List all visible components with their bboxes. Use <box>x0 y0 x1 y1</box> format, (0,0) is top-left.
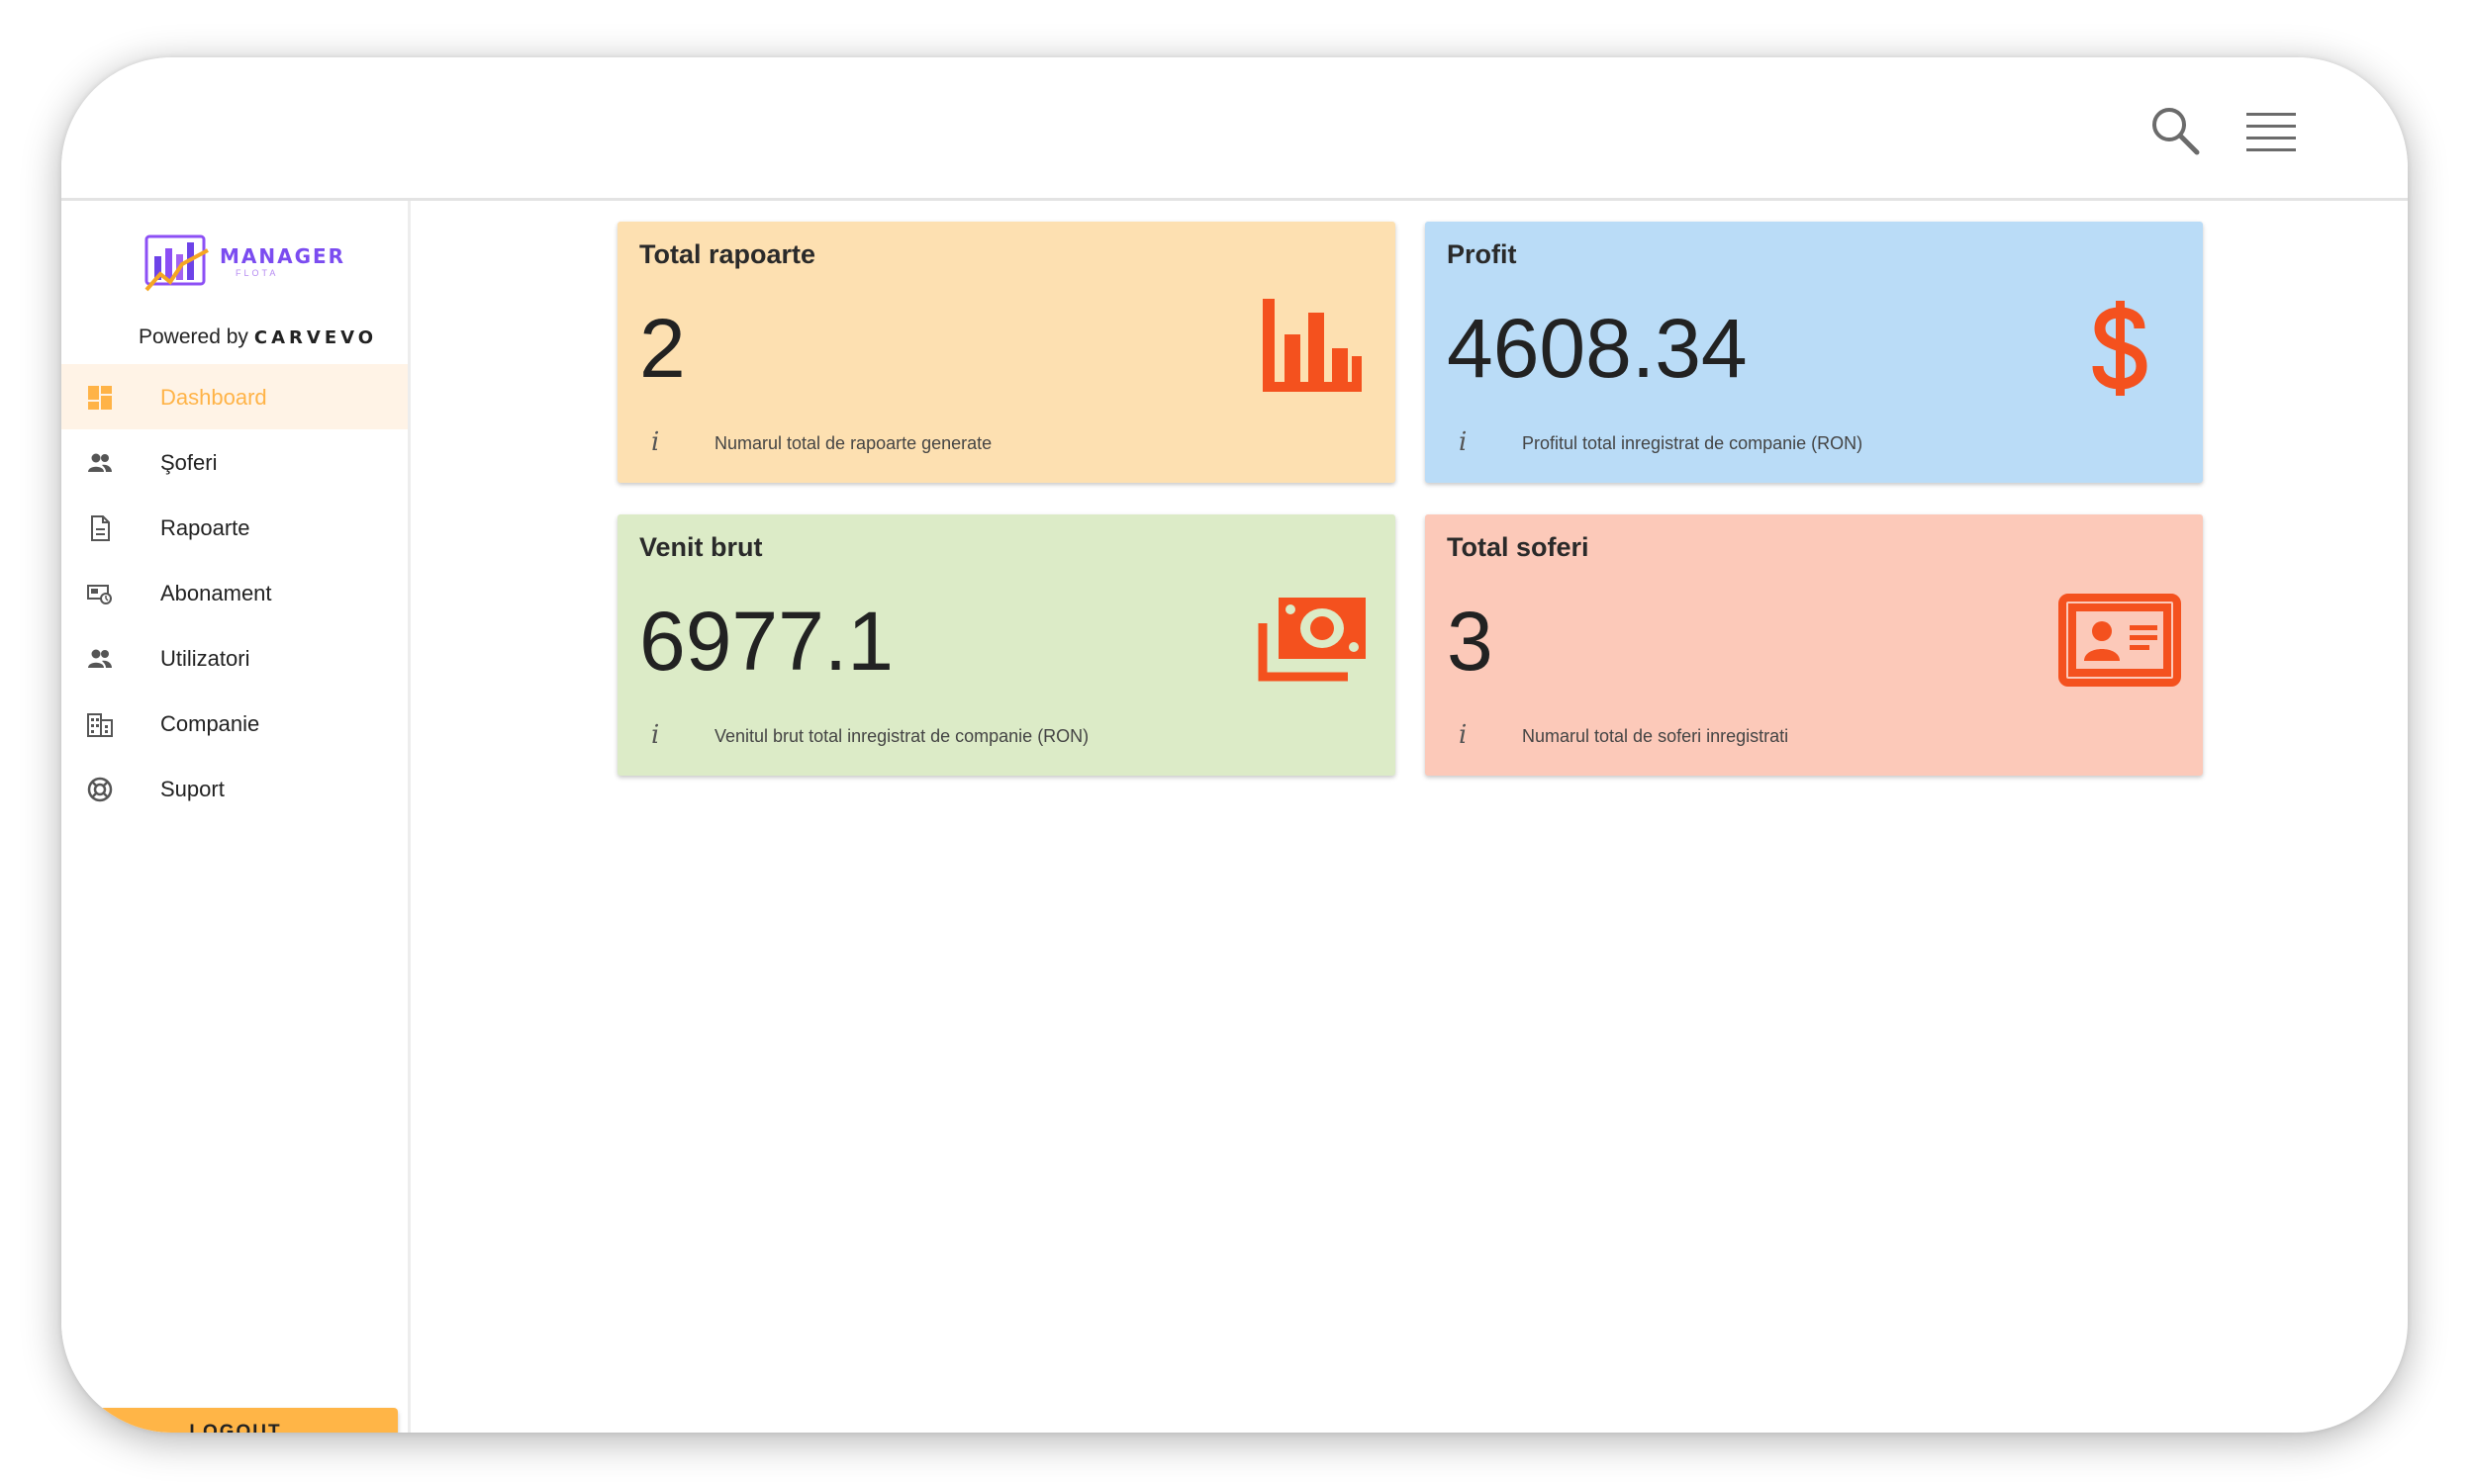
building-icon <box>87 713 113 737</box>
sidebar-item-companie[interactable]: Companie <box>61 691 408 756</box>
search-icon <box>2152 108 2200 155</box>
sidebar-item-rapoarte[interactable]: Rapoarte <box>61 495 408 560</box>
card-title: Total rapoarte <box>639 239 816 269</box>
card-description: Venitul brut total inregistrat de compan… <box>714 726 1090 746</box>
card-value: 6977.1 <box>639 595 894 688</box>
sidebar-item-suport[interactable]: Suport <box>61 756 408 821</box>
sidebar-item-utilizatori[interactable]: Utilizatori <box>61 625 408 691</box>
sidebar-item-abonament[interactable]: Abonament <box>61 560 408 625</box>
sidebar-item-dashboard[interactable]: Dashboard <box>61 364 408 429</box>
powered-by-brand: CARVEVO <box>253 327 378 348</box>
logo-text: MANAGER <box>220 244 346 268</box>
sidebar-item-label: Utilizatori <box>160 646 250 671</box>
sidebar: MANAGER FLOTA Powered by CARVEVO Dashboar… <box>61 201 411 1433</box>
card-venit-brut: Venit brut 6977.1 i Venitul brut total i… <box>618 514 1395 776</box>
people-icon <box>88 649 112 668</box>
subscription-icon <box>87 585 112 604</box>
sidebar-nav: Dashboard Şoferi Rapoarte Abonament Util… <box>61 364 408 821</box>
powered-by-label: Powered by <box>139 325 248 348</box>
card-title: Profit <box>1447 239 1517 269</box>
info-icon: i <box>651 720 660 750</box>
info-icon: i <box>651 427 660 457</box>
card-title: Venit brut <box>639 532 763 562</box>
dashboard-icon <box>88 386 112 410</box>
logo: MANAGER FLOTA <box>143 231 343 302</box>
device-frame: MANAGER FLOTA Powered by CARVEVO Dashboar… <box>61 57 2408 1433</box>
top-bar <box>61 57 2408 201</box>
search-button[interactable] <box>2145 101 2205 160</box>
menu-button[interactable] <box>2244 105 2298 156</box>
logo-subtext: FLOTA <box>236 268 279 278</box>
hamburger-menu-icon <box>2246 113 2296 151</box>
card-total-rapoarte: Total rapoarte 2 i Numarul total de rapo… <box>618 222 1395 483</box>
card-description: Profitul total inregistrat de companie (… <box>1522 433 1863 453</box>
sidebar-item-label: Dashboard <box>160 385 267 410</box>
support-icon <box>87 777 113 802</box>
id-card-icon <box>2058 594 2181 687</box>
card-value: 3 <box>1447 595 1493 688</box>
sidebar-item-soferi[interactable]: Şoferi <box>61 429 408 495</box>
bar-chart-icon <box>1263 299 1362 392</box>
card-total-soferi: Total soferi 3 i Numarul total de soferi… <box>1425 514 2203 776</box>
sidebar-item-label: Rapoarte <box>160 515 250 540</box>
dollar-icon <box>2092 301 2147 396</box>
logo-icon <box>144 234 209 292</box>
card-value: 4608.34 <box>1447 302 1748 395</box>
sidebar-item-label: Şoferi <box>160 450 218 475</box>
info-icon: i <box>1459 720 1468 750</box>
people-icon <box>88 453 112 472</box>
card-description: Numarul total de rapoarte generate <box>714 433 993 453</box>
sidebar-item-label: Companie <box>160 711 260 736</box>
card-value: 2 <box>639 302 686 395</box>
info-icon: i <box>1459 427 1468 457</box>
powered-by: Powered by CARVEVO <box>139 325 377 349</box>
sidebar-item-label: Suport <box>160 777 225 801</box>
sidebar-item-label: Abonament <box>160 581 272 605</box>
money-icon <box>1258 598 1366 682</box>
document-icon <box>91 515 110 541</box>
card-description: Numarul total de soferi inregistrati <box>1522 726 1789 746</box>
logout-button[interactable]: LOGOUT <box>73 1408 398 1433</box>
card-title: Total soferi <box>1447 532 1589 562</box>
card-profit: Profit 4608.34 i Profitul total inregist… <box>1425 222 2203 483</box>
